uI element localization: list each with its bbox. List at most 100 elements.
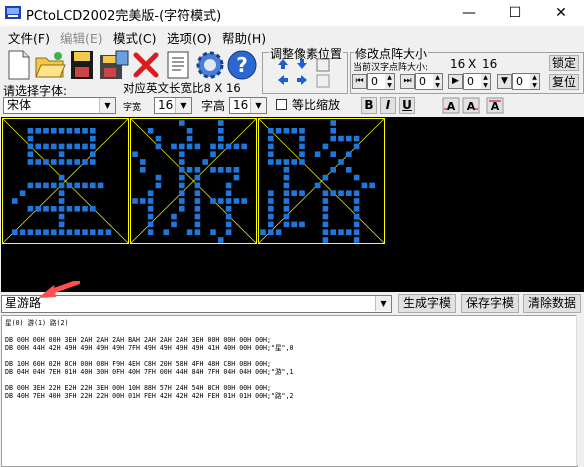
generate-button[interactable]: 生成字模 (398, 294, 456, 313)
glyph-dot (299, 159, 305, 165)
maximize-button[interactable]: ☐ (492, 0, 538, 26)
save-glyph-button[interactable]: 保存字模 (461, 294, 519, 313)
save-icon[interactable] (65, 47, 99, 83)
shift-right-icon[interactable] (296, 74, 308, 86)
glyph-dot (155, 182, 162, 189)
height-select[interactable]: 16 ▼ (229, 97, 267, 114)
glyph-dot (194, 198, 201, 204)
glyph-dot (97, 182, 104, 189)
output-scrollbar[interactable] (576, 315, 584, 465)
flip-horizontal-icon[interactable]: A (462, 97, 480, 114)
glyph-dot (353, 221, 360, 228)
menu-edit[interactable]: 编辑(E) (60, 28, 103, 47)
glyph-dot (43, 229, 49, 235)
right-edge-icon[interactable]: ⏭ (400, 74, 415, 89)
glyph-dot (147, 128, 154, 134)
glyph-dot (225, 190, 232, 196)
rotate-icon[interactable] (316, 74, 330, 88)
glyph-dot (283, 182, 290, 189)
open-folder-icon[interactable] (33, 47, 67, 83)
bold-button[interactable]: B (361, 97, 377, 114)
help-icon[interactable]: ? (225, 47, 259, 83)
proportional-checkbox[interactable] (276, 99, 287, 110)
font-select[interactable]: 宋体 ▼ (3, 97, 116, 114)
output-textarea[interactable]: 星(0) 游(1) 路(2) DB 00H 00H 00H 3EH 2AH 2A… (1, 315, 578, 467)
glyph-dot (268, 190, 274, 196)
glyph-dot (338, 159, 344, 165)
glyph-dot (346, 151, 352, 157)
shift-up-icon[interactable] (277, 58, 289, 70)
glyph-dot (353, 198, 360, 204)
italic-button[interactable]: I (380, 97, 396, 114)
glyph-dot (218, 143, 224, 150)
dot-spinner-2[interactable]: 0 ▲ ▼ (415, 73, 443, 90)
glyph-dot (346, 229, 352, 235)
glyph-dot (179, 151, 185, 157)
glyph-dot (140, 167, 146, 173)
delete-icon[interactable] (129, 47, 163, 83)
output-line: DB 10H 60H 02H 8CH 00H 08H F9H 4EH C8H 2… (5, 360, 271, 368)
menu-file[interactable]: 文件(F) (8, 28, 50, 47)
flip-icon[interactable] (316, 58, 330, 72)
close-button[interactable]: ✕ (538, 0, 584, 26)
underline-button[interactable]: U (399, 97, 415, 114)
glyph-dot (163, 229, 169, 235)
times-label: X (468, 57, 477, 71)
current-height-value: 16 (482, 57, 498, 71)
shift-down-icon[interactable] (296, 58, 308, 70)
glyph-dot (268, 151, 274, 157)
bottom-edge-icon[interactable]: ▼ (497, 74, 512, 89)
output-line: DB 00H 00H 00H 3EH 2AH 2AH 2AH BAH 2AH 2… (5, 336, 271, 344)
clear-button[interactable]: 清除数据 (523, 294, 581, 313)
glyph-dot (283, 174, 290, 181)
glyph-dot (233, 167, 240, 173)
glyph-dot (27, 159, 34, 165)
document-icon[interactable] (161, 47, 195, 83)
glyph-dot (74, 229, 80, 235)
settings-gear-icon[interactable] (193, 47, 227, 83)
width-label: 字宽 (123, 103, 142, 113)
glyph-cell[interactable] (130, 118, 257, 244)
glyph-dot (51, 159, 57, 165)
left-edge-icon[interactable]: ⏮ (352, 74, 367, 89)
window-title: PCtoLCD2002完美版-(字符模式) (26, 9, 222, 24)
glyph-dot (51, 143, 57, 150)
glyph-dot (210, 198, 216, 204)
glyph-dot (171, 213, 177, 220)
dot-spinner-1[interactable]: 0 ▲ ▼ (367, 73, 395, 90)
glyph-cell[interactable] (258, 118, 385, 244)
glyph-dot (179, 190, 185, 196)
glyph-dot (283, 167, 290, 173)
minimize-button[interactable]: — (446, 0, 492, 26)
menu-options[interactable]: 选项(O) (167, 28, 212, 47)
menu-help[interactable]: 帮助(H) (222, 28, 266, 47)
glyph-dot (330, 190, 336, 196)
glyph-dot (66, 128, 73, 134)
glyph-dot (105, 229, 112, 235)
dot-spinner-4[interactable]: 0 ▲ ▼ (512, 73, 540, 90)
reset-button[interactable]: 复位 (549, 74, 579, 90)
glyph-dot (35, 143, 41, 150)
glyph-dot (35, 229, 41, 235)
glyph-cell[interactable] (2, 118, 129, 244)
flip-vertical-icon[interactable]: A (486, 97, 504, 114)
top-edge-icon[interactable]: ▶ (448, 74, 463, 89)
dot-matrix-canvas[interactable] (1, 117, 584, 292)
glyph-dot (218, 198, 224, 204)
glyph-dot (90, 206, 96, 212)
glyph-dot (225, 198, 232, 204)
save-as-icon[interactable] (97, 47, 131, 83)
current-width-value: 16 (450, 57, 466, 71)
dot-spinner-3[interactable]: 0 ▲ ▼ (463, 73, 491, 90)
menu-mode[interactable]: 模式(C) (113, 28, 156, 47)
lock-button[interactable]: 锁定 (549, 55, 579, 71)
mirror-icon[interactable]: A (442, 97, 460, 114)
glyph-dot (97, 229, 104, 235)
glyph-dot (35, 159, 41, 165)
glyph-dot (291, 159, 297, 165)
glyph-dot (210, 229, 216, 235)
shift-left-icon[interactable] (277, 74, 289, 86)
width-select[interactable]: 16 ▼ (154, 97, 192, 114)
glyph-dot (90, 229, 96, 235)
new-file-icon[interactable] (2, 47, 36, 83)
